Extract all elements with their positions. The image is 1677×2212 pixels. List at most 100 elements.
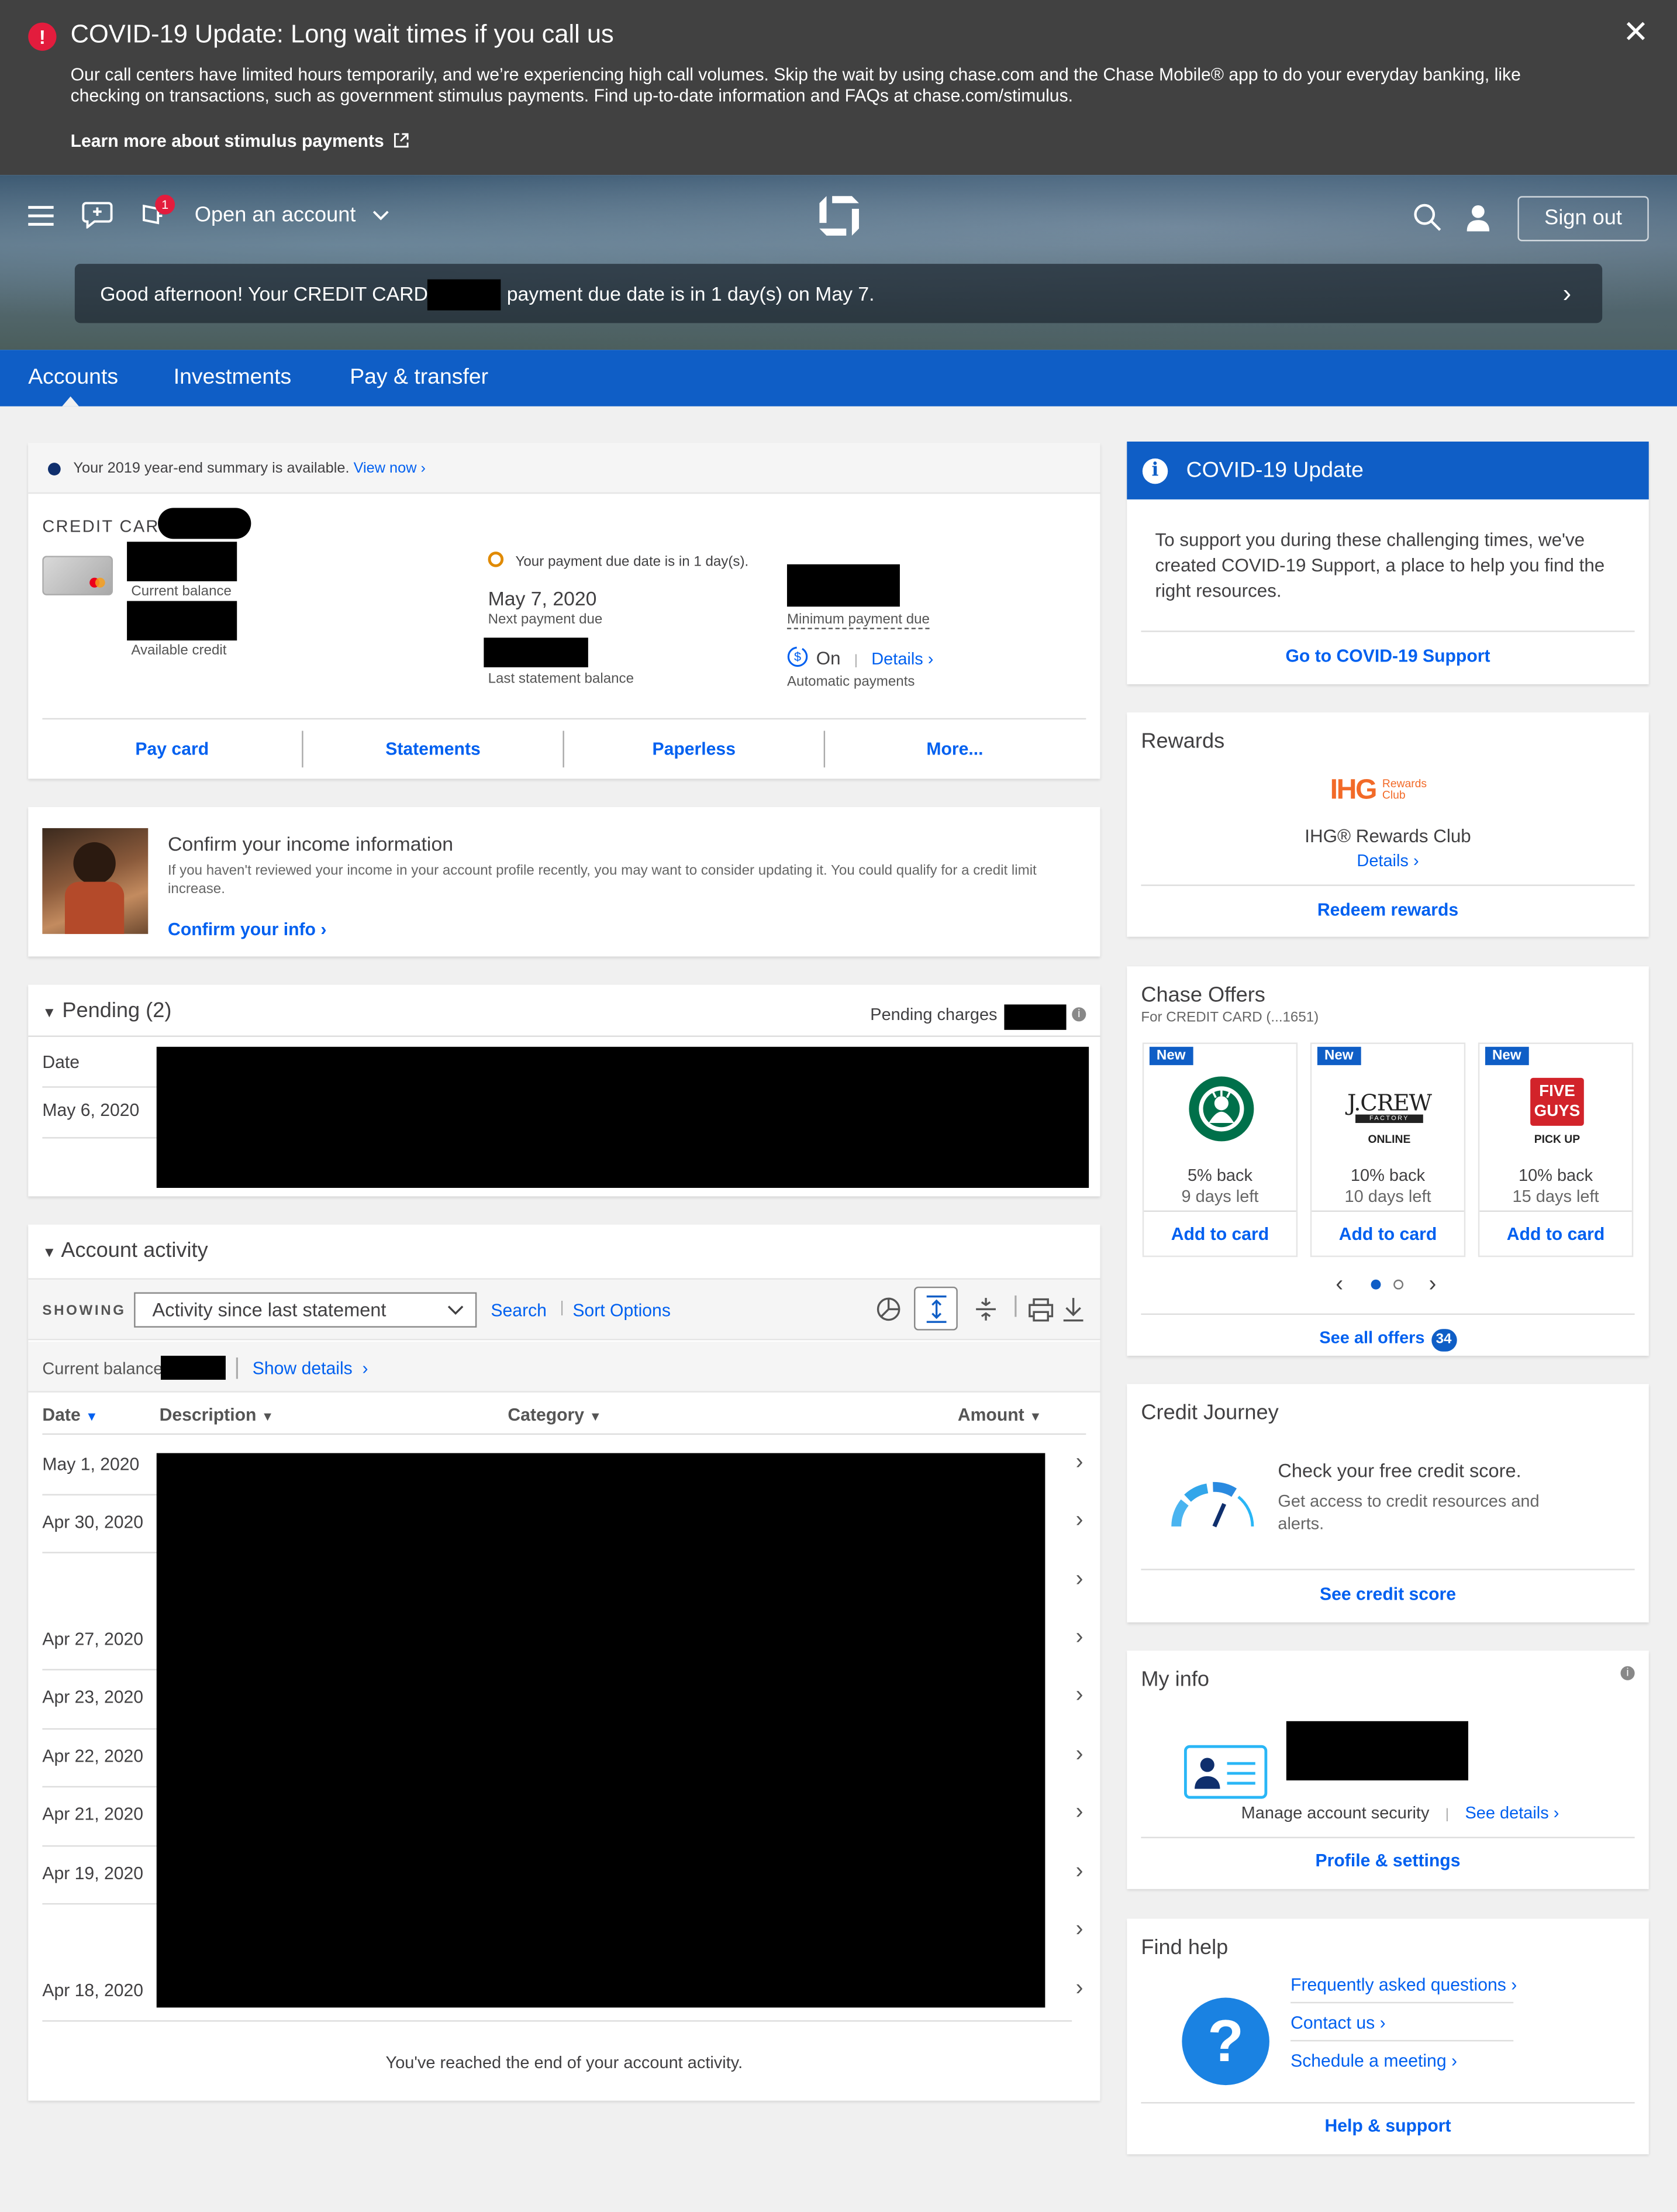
- row-chevron-icon[interactable]: ›: [1076, 1450, 1084, 1476]
- rewards-details-link[interactable]: Details ›: [1127, 851, 1648, 871]
- open-account-label[interactable]: Open an account: [195, 203, 356, 227]
- search-icon[interactable]: [1413, 203, 1441, 231]
- row-chevron-icon[interactable]: ›: [1076, 1508, 1084, 1534]
- info-icon[interactable]: i: [1072, 1007, 1086, 1022]
- chat-icon[interactable]: [82, 201, 113, 229]
- search-link[interactable]: Search: [491, 1301, 547, 1321]
- faq-label[interactable]: Frequently asked questions: [1290, 1975, 1506, 1995]
- view-now-label[interactable]: View now: [354, 460, 417, 477]
- column-description[interactable]: Description ▼: [160, 1405, 274, 1425]
- activity-filter-select[interactable]: Activity since last statement: [134, 1292, 477, 1328]
- pending-toggle[interactable]: ▼ Pending (2): [42, 999, 171, 1023]
- statements-button[interactable]: Statements: [303, 739, 563, 759]
- pending-title[interactable]: Pending (2): [62, 999, 171, 1023]
- info-icon[interactable]: i: [1620, 1666, 1635, 1680]
- profile-settings-link[interactable]: Profile & settings: [1127, 1851, 1648, 1871]
- see-credit-score-link[interactable]: See credit score: [1127, 1584, 1648, 1604]
- column-category-label[interactable]: Category: [508, 1405, 584, 1425]
- collapse-icon[interactable]: [975, 1295, 998, 1323]
- greeting-bar[interactable]: Good afternoon! Your CREDIT CARD payment…: [74, 264, 1603, 323]
- carousel-dot[interactable]: [1393, 1279, 1404, 1290]
- menu-icon[interactable]: [28, 206, 54, 226]
- schedule-meeting-label[interactable]: Schedule a meeting: [1290, 2051, 1447, 2071]
- row-chevron-icon[interactable]: ›: [1076, 1625, 1084, 1651]
- redacted-block: [484, 638, 588, 667]
- row-chevron-icon[interactable]: ›: [1076, 1683, 1084, 1708]
- view-now-link[interactable]: View now ›: [354, 460, 426, 477]
- jcrew-online-label: ONLINE: [1368, 1132, 1411, 1146]
- autopay-details-link[interactable]: Details ›: [871, 649, 933, 669]
- see-details-label[interactable]: See details: [1465, 1803, 1548, 1823]
- column-description-label[interactable]: Description: [160, 1405, 257, 1425]
- column-date-label[interactable]: Date: [42, 1405, 80, 1425]
- row-chevron-icon[interactable]: ›: [1076, 1742, 1084, 1767]
- tab-investments[interactable]: Investments: [174, 366, 292, 391]
- activity-toggle[interactable]: ▼ Account activity: [42, 1239, 208, 1263]
- carousel-dot-active[interactable]: [1371, 1279, 1381, 1290]
- more-button[interactable]: More...: [825, 739, 1085, 759]
- confirm-info-link[interactable]: Confirm your info ›: [168, 920, 326, 940]
- help-support-link[interactable]: Help & support: [1127, 2116, 1648, 2136]
- redacted-block: [127, 601, 237, 641]
- offer-tile[interactable]: New J.CREW FACTORY ONLINE 10% back 10 da…: [1310, 1042, 1466, 1257]
- minimum-due-label[interactable]: Minimum payment due: [786, 612, 930, 629]
- row-chevron-icon[interactable]: ›: [1076, 1567, 1084, 1593]
- sign-out-button[interactable]: Sign out: [1517, 196, 1649, 242]
- carousel-next-icon[interactable]: ›: [1428, 1273, 1436, 1298]
- pie-chart-icon[interactable]: [876, 1297, 901, 1322]
- contact-us-label[interactable]: Contact us: [1290, 2013, 1375, 2033]
- confirm-info-label[interactable]: Confirm your info: [168, 920, 316, 940]
- print-icon[interactable]: [1028, 1297, 1054, 1322]
- faq-link[interactable]: Frequently asked questions ›: [1290, 1975, 1517, 1995]
- pay-card-button[interactable]: Pay card: [42, 739, 302, 759]
- chase-logo[interactable]: [818, 195, 860, 237]
- sort-options-link[interactable]: Sort Options: [572, 1301, 671, 1321]
- close-icon[interactable]: ✕: [1623, 14, 1648, 51]
- learn-more-link[interactable]: Learn more about stimulus payments: [71, 131, 409, 151]
- id-card-icon: [1183, 1745, 1268, 1799]
- ihg-logo-small: Rewards Club: [1382, 777, 1427, 802]
- see-all-offers[interactable]: See all offers 34: [1127, 1325, 1648, 1352]
- see-all-offers-link[interactable]: See all offers: [1319, 1328, 1424, 1348]
- redacted-block: [1004, 1004, 1067, 1030]
- covid-support-link[interactable]: Go to COVID-19 Support: [1127, 646, 1648, 666]
- row-chevron-icon[interactable]: ›: [1076, 1859, 1084, 1884]
- activity-title[interactable]: Account activity: [61, 1239, 208, 1263]
- carousel-prev-icon[interactable]: ‹: [1336, 1273, 1343, 1298]
- card-title[interactable]: CREDIT CARD: [42, 516, 173, 536]
- add-to-card-button[interactable]: Add to card: [1312, 1225, 1464, 1245]
- show-details-label[interactable]: Show details: [253, 1359, 353, 1379]
- offer-tile[interactable]: New FIVE GUYS PICK UP 10% back 15 days l…: [1478, 1042, 1634, 1257]
- paperless-button[interactable]: Paperless: [564, 739, 824, 759]
- add-to-card-button[interactable]: Add to card: [1479, 1225, 1632, 1245]
- schedule-meeting-link[interactable]: Schedule a meeting ›: [1290, 2051, 1457, 2071]
- expand-rows-button[interactable]: [914, 1286, 958, 1331]
- open-account-menu[interactable]: Open an account: [195, 203, 390, 227]
- activity-row-date: May 1, 2020: [42, 1454, 140, 1474]
- user-icon[interactable]: [1466, 203, 1490, 232]
- contact-us-link[interactable]: Contact us ›: [1290, 2013, 1386, 2033]
- autopay-details-label[interactable]: Details: [871, 649, 923, 669]
- info-dot-icon: [48, 463, 61, 476]
- pending-charges: Pending charges: [870, 1004, 997, 1024]
- column-amount[interactable]: Amount ▼: [958, 1405, 1042, 1425]
- activity-filter-value[interactable]: Activity since last statement: [153, 1300, 387, 1321]
- redeem-rewards-link[interactable]: Redeem rewards: [1127, 900, 1648, 920]
- learn-more-label[interactable]: Learn more about stimulus payments: [71, 131, 384, 151]
- rewards-details-label[interactable]: Details: [1357, 851, 1408, 871]
- see-details-link[interactable]: See details ›: [1465, 1803, 1559, 1823]
- column-date[interactable]: Date ▼: [42, 1405, 98, 1425]
- redacted-block: [786, 564, 900, 607]
- download-icon[interactable]: [1062, 1297, 1085, 1322]
- row-chevron-icon[interactable]: ›: [1076, 1976, 1084, 2001]
- row-chevron-icon[interactable]: ›: [1076, 1917, 1084, 1942]
- offer-tile[interactable]: New 5% back 9 days left Add to card: [1142, 1042, 1298, 1257]
- tab-accounts[interactable]: Accounts: [28, 366, 118, 391]
- add-to-card-button[interactable]: Add to card: [1144, 1225, 1296, 1245]
- column-amount-label[interactable]: Amount: [958, 1405, 1024, 1425]
- tab-pay-transfer[interactable]: Pay & transfer: [350, 366, 488, 391]
- pending-card: ▼ Pending (2) Pending charges i Date May…: [28, 984, 1100, 1197]
- row-chevron-icon[interactable]: ›: [1076, 1800, 1084, 1825]
- show-details-link[interactable]: Show details ›: [253, 1359, 368, 1379]
- column-category[interactable]: Category ▼: [508, 1405, 602, 1425]
